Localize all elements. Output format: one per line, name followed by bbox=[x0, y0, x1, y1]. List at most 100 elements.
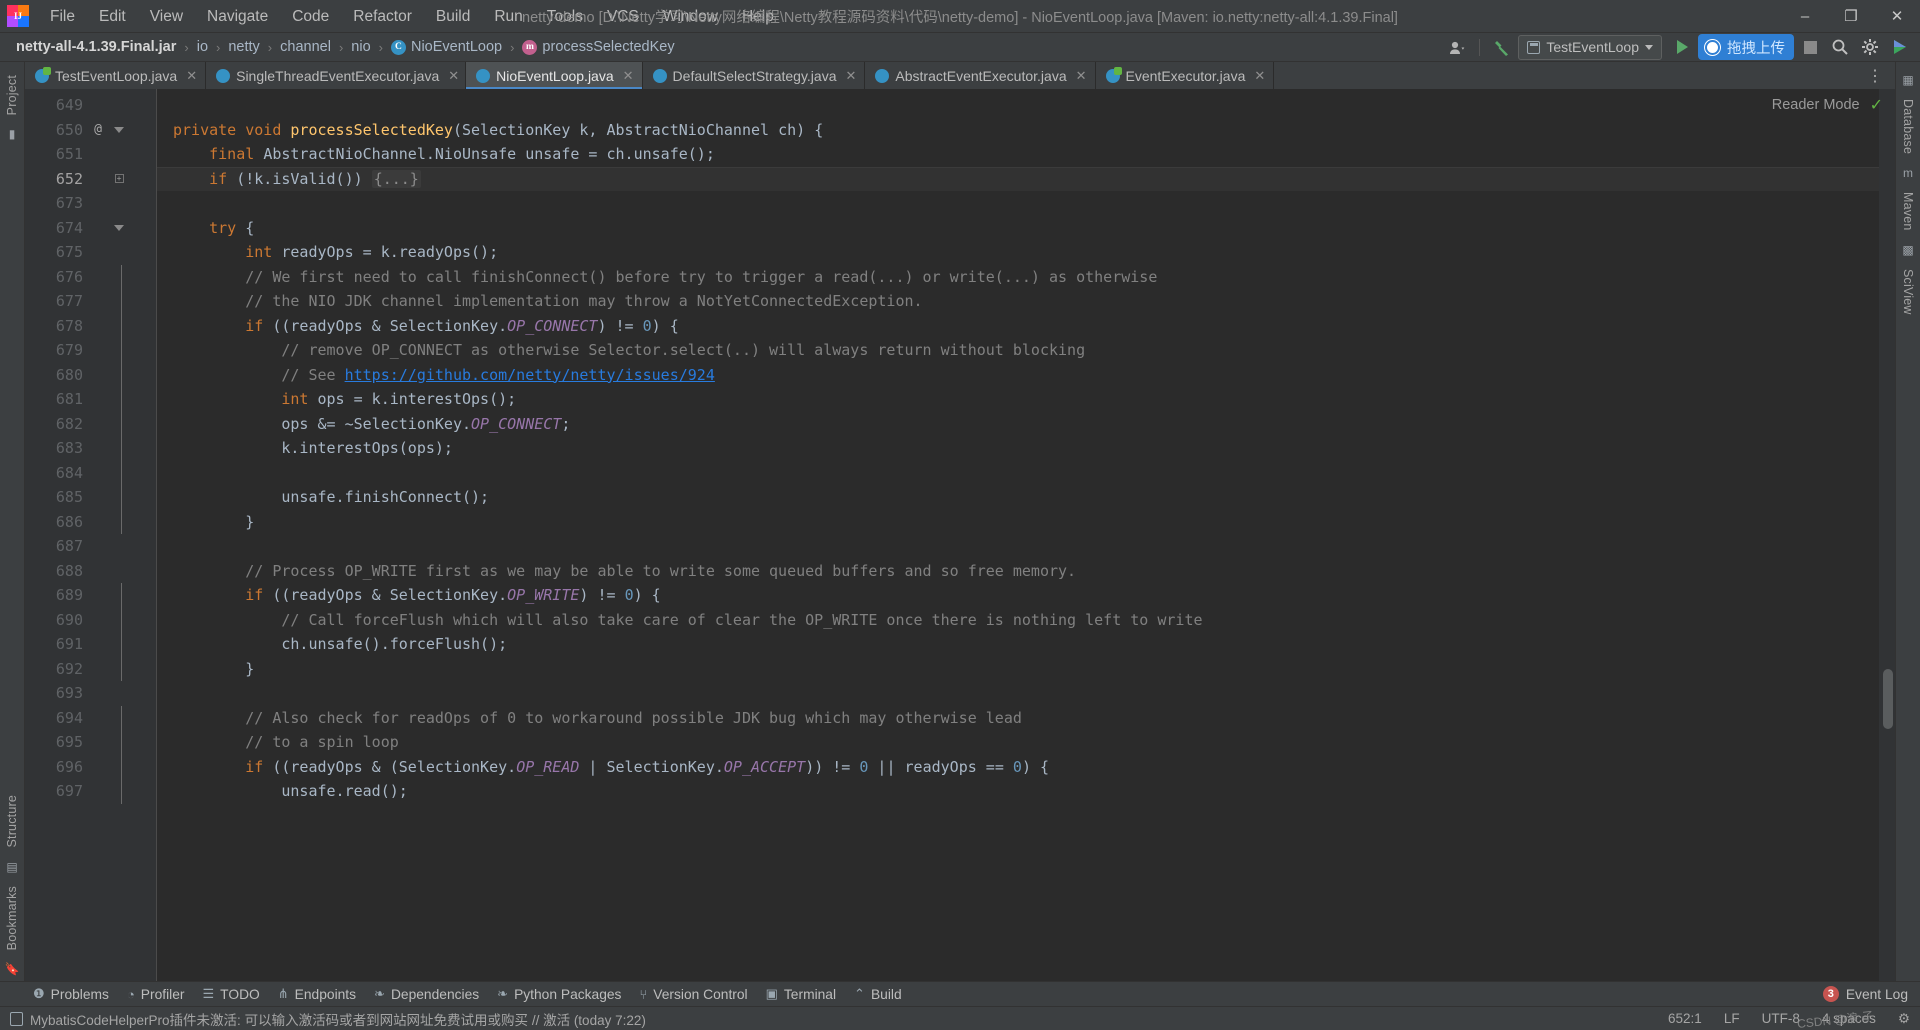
sciview-icon[interactable]: ▩ bbox=[1902, 243, 1913, 257]
fold-region-bar[interactable] bbox=[109, 387, 129, 412]
code-line[interactable]: private void processSelectedKey(Selectio… bbox=[157, 118, 1879, 143]
search-button[interactable] bbox=[1826, 35, 1854, 60]
file-encoding[interactable]: UTF-8 bbox=[1762, 1011, 1800, 1026]
menu-item-view[interactable]: View bbox=[138, 3, 195, 30]
menu-item-navigate[interactable]: Navigate bbox=[195, 3, 280, 30]
gutter-line[interactable]: 678 bbox=[25, 313, 157, 338]
code-line[interactable]: ops &= ~SelectionKey.OP_CONNECT; bbox=[157, 412, 1879, 437]
tab-overflow-menu-icon[interactable]: ⋮ bbox=[1857, 62, 1895, 89]
reader-mode-indicator[interactable]: Reader Mode ✓ bbox=[1772, 95, 1883, 115]
sidebar-item-bookmarks[interactable]: Bookmarks bbox=[3, 879, 21, 957]
code-line[interactable]: try { bbox=[157, 216, 1879, 241]
gutter-line[interactable]: 692 bbox=[25, 656, 157, 681]
gutter-line[interactable]: 684 bbox=[25, 460, 157, 485]
fold-region-bar[interactable] bbox=[109, 460, 129, 485]
fold-region-bar[interactable] bbox=[109, 632, 129, 657]
editor-tab-eventexecutor[interactable]: EventExecutor.java ✕ bbox=[1095, 62, 1275, 89]
breadcrumb-item-io[interactable]: io bbox=[193, 38, 212, 56]
code-line[interactable]: int ops = k.interestOps(); bbox=[157, 387, 1879, 412]
close-tab-icon[interactable]: ✕ bbox=[623, 68, 634, 84]
breadcrumb-item-nio[interactable]: nio bbox=[347, 38, 374, 56]
gutter-line[interactable]: 649 bbox=[25, 93, 157, 118]
close-tab-icon[interactable]: ✕ bbox=[1254, 68, 1265, 84]
gutter-line[interactable]: 673 bbox=[25, 191, 157, 216]
breadcrumb-item-method[interactable]: m processSelectedKey bbox=[518, 38, 678, 56]
user-icon[interactable] bbox=[1443, 35, 1471, 60]
fold-region-bar[interactable] bbox=[109, 730, 129, 755]
fold-region-bar[interactable] bbox=[109, 779, 129, 804]
code-line[interactable] bbox=[157, 681, 1879, 706]
settings-button[interactable] bbox=[1856, 35, 1884, 60]
breadcrumb-item-channel[interactable]: channel bbox=[276, 38, 335, 56]
code-line[interactable]: // the NIO JDK channel implementation ma… bbox=[157, 289, 1879, 314]
status-message[interactable]: MybatisCodeHelperPro插件未激活: 可以输入激活码或者到网站网… bbox=[10, 1009, 646, 1029]
fold-region-bar[interactable] bbox=[109, 264, 129, 289]
close-tab-icon[interactable]: ✕ bbox=[448, 68, 459, 84]
run-configuration-selector[interactable]: TestEventLoop bbox=[1518, 34, 1662, 60]
gutter-line[interactable]: 679 bbox=[25, 338, 157, 363]
gutter-line[interactable]: 650 @ bbox=[25, 118, 157, 143]
fold-collapse-icon[interactable] bbox=[109, 224, 129, 231]
gutter-line[interactable]: 677 bbox=[25, 289, 157, 314]
gutter-line[interactable]: 681 bbox=[25, 387, 157, 412]
fold-region-bar[interactable] bbox=[109, 754, 129, 779]
code-line[interactable]: k.interestOps(ops); bbox=[157, 436, 1879, 461]
code-line[interactable]: int readyOps = k.readyOps(); bbox=[157, 240, 1879, 265]
run-button[interactable] bbox=[1668, 35, 1696, 60]
gutter-line[interactable]: 674 bbox=[25, 216, 157, 241]
fold-region-bar[interactable] bbox=[109, 583, 129, 608]
fold-region-bar[interactable] bbox=[109, 705, 129, 730]
gutter-line[interactable]: 686 bbox=[25, 509, 157, 534]
editor-tab-singlethreadeventexecutor[interactable]: SingleThreadEventExecutor.java ✕ bbox=[206, 62, 467, 89]
updates-icon[interactable] bbox=[1886, 35, 1914, 60]
fold-region-bar[interactable] bbox=[109, 509, 129, 534]
gutter-line[interactable]: 682 bbox=[25, 411, 157, 436]
project-files-icon[interactable]: ▮ bbox=[9, 127, 16, 141]
fold-region-bar[interactable] bbox=[109, 607, 129, 632]
tool-window-python-packages[interactable]: ❧ Python Packages bbox=[488, 984, 630, 1004]
editor-tab-defaultselectstrategy[interactable]: DefaultSelectStrategy.java ✕ bbox=[642, 62, 866, 89]
tool-window-endpoints[interactable]: ⋔ Endpoints bbox=[269, 984, 365, 1004]
code-editor[interactable]: 649 650 @651 652 +673 674 675 676 677 678 679 680 68… bbox=[25, 89, 1895, 981]
minimize-button[interactable]: – bbox=[1782, 0, 1828, 33]
tool-window-problems[interactable]: ❶ Problems bbox=[24, 984, 118, 1004]
stop-button[interactable] bbox=[1796, 35, 1824, 60]
structure-icon[interactable]: ▤ bbox=[6, 860, 17, 874]
sidebar-item-database[interactable]: Database bbox=[1899, 92, 1917, 161]
code-line[interactable]: if ((readyOps & SelectionKey.OP_WRITE) !… bbox=[157, 583, 1879, 608]
gutter-line[interactable]: 691 bbox=[25, 632, 157, 657]
gutter-line[interactable]: 687 bbox=[25, 534, 157, 559]
menu-item-vcs[interactable]: VCS bbox=[595, 3, 651, 30]
menu-item-edit[interactable]: Edit bbox=[87, 3, 138, 30]
code-line[interactable]: } bbox=[157, 657, 1879, 682]
code-token-lnk[interactable]: https://github.com/netty/netty/issues/92… bbox=[345, 366, 715, 384]
tool-window-dependencies[interactable]: ❧ Dependencies bbox=[365, 984, 488, 1004]
menu-item-tools[interactable]: Tools bbox=[535, 3, 595, 30]
fold-region-bar[interactable] bbox=[109, 436, 129, 461]
gutter-line[interactable]: 675 bbox=[25, 240, 157, 265]
editor-tab-nioeventloop[interactable]: NioEventLoop.java ✕ bbox=[466, 62, 643, 89]
fold-region-bar[interactable] bbox=[109, 362, 129, 387]
code-text-area[interactable]: private void processSelectedKey(Selectio… bbox=[157, 89, 1879, 981]
code-line[interactable]: // We first need to call finishConnect()… bbox=[157, 265, 1879, 290]
sidebar-item-project[interactable]: Project bbox=[3, 68, 21, 122]
code-line[interactable]: final AbstractNioChannel.NioUnsafe unsaf… bbox=[157, 142, 1879, 167]
code-line[interactable]: unsafe.finishConnect(); bbox=[157, 485, 1879, 510]
gutter-line[interactable]: 697 bbox=[25, 779, 157, 804]
gutter-line[interactable]: 689 bbox=[25, 583, 157, 608]
fold-region-bar[interactable] bbox=[109, 411, 129, 436]
menu-item-code[interactable]: Code bbox=[280, 3, 341, 30]
code-line[interactable] bbox=[157, 534, 1879, 559]
build-hammer-icon[interactable] bbox=[1488, 35, 1516, 60]
gutter-line[interactable]: 696 bbox=[25, 754, 157, 779]
code-line[interactable]: unsafe.read(); bbox=[157, 779, 1879, 804]
code-line[interactable]: // to a spin loop bbox=[157, 730, 1879, 755]
editor-scrollbar[interactable] bbox=[1879, 89, 1895, 981]
breadcrumb-item-class[interactable]: C NioEventLoop bbox=[387, 38, 506, 56]
editor-tab-testeventloop[interactable]: TestEventLoop.java ✕ bbox=[25, 62, 207, 89]
event-log-label[interactable]: Event Log bbox=[1846, 987, 1908, 1002]
gutter-line[interactable]: 680 bbox=[25, 362, 157, 387]
menu-item-run[interactable]: Run bbox=[482, 3, 534, 30]
menu-item-refactor[interactable]: Refactor bbox=[341, 3, 424, 30]
code-line[interactable]: // remove OP_CONNECT as otherwise Select… bbox=[157, 338, 1879, 363]
